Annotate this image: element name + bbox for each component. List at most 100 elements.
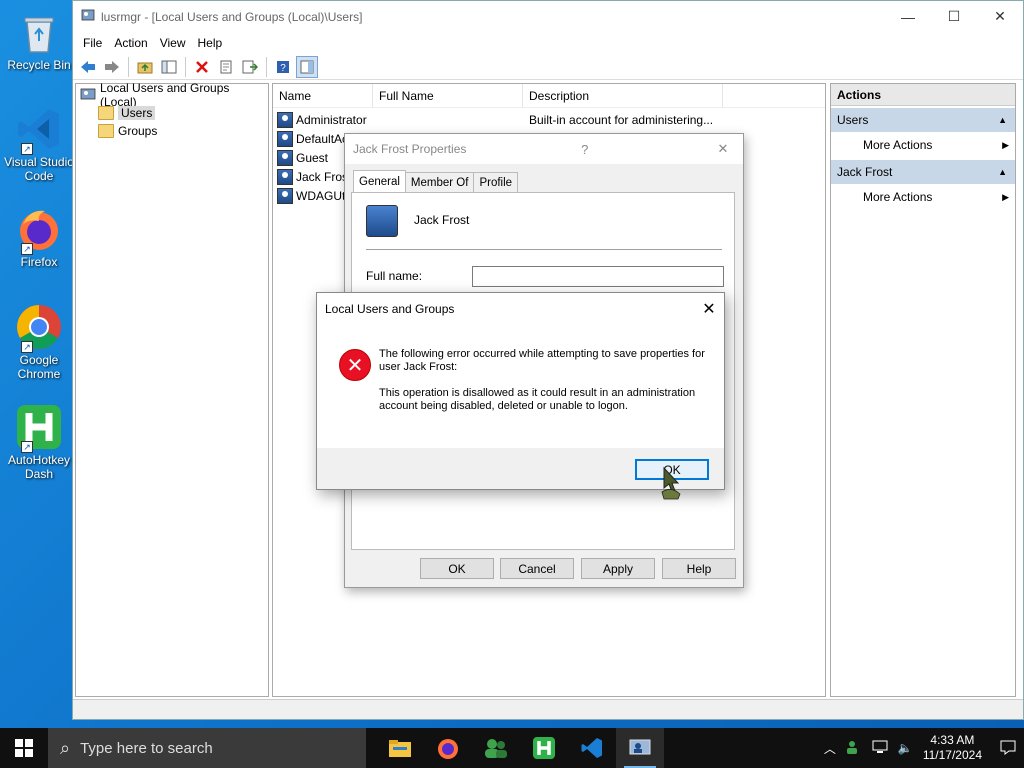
actions-section-jack-frost[interactable]: Jack Frost ▲ — [831, 160, 1015, 184]
user-icon — [277, 130, 293, 147]
ok-button[interactable]: OK — [420, 558, 494, 579]
close-button[interactable]: ✕ — [703, 141, 743, 157]
start-button[interactable] — [0, 728, 48, 768]
chevron-up-icon[interactable]: ︿ — [824, 740, 836, 757]
search-icon: ⌕ — [60, 737, 71, 758]
search-placeholder: Type here to search — [80, 739, 213, 757]
full-name-label: Full name: — [366, 269, 423, 283]
error-icon: ✕ — [339, 349, 371, 381]
svg-text:?: ? — [280, 63, 286, 74]
menu-help[interactable]: Help — [192, 36, 229, 50]
app-icon — [81, 8, 95, 25]
clock[interactable]: 4:33 AM 11/17/2024 — [923, 733, 982, 763]
dialog-title: Jack Frost Properties — [353, 142, 467, 156]
computer-management-icon — [629, 739, 651, 755]
section-title: Users — [837, 113, 869, 127]
vscode-icon: ↗ — [15, 105, 63, 155]
tree-item-groups[interactable]: Groups — [76, 122, 268, 140]
desktop-icon-label: Visual Studio Code — [4, 155, 74, 183]
toolbar: ? — [73, 54, 1023, 80]
delete-icon[interactable] — [191, 56, 213, 78]
vscode-icon — [581, 738, 602, 758]
taskbar-firefox[interactable] — [424, 728, 472, 768]
minimize-button[interactable]: — — [885, 1, 931, 32]
menu-view[interactable]: View — [154, 36, 192, 50]
menu-file[interactable]: File — [77, 36, 108, 50]
desktop-icon-label: Firefox — [20, 255, 58, 269]
taskbar-users-app[interactable] — [472, 728, 520, 768]
help-button[interactable]: ? — [565, 142, 605, 157]
user-description: Built-in account for administering... — [529, 112, 714, 127]
volume-icon[interactable]: 🔈 — [898, 741, 913, 755]
status-bar — [73, 699, 1023, 719]
people-icon[interactable] — [846, 740, 862, 757]
collapse-icon[interactable]: ▲ — [998, 115, 1007, 125]
help-icon[interactable]: ? — [272, 56, 294, 78]
full-name-field[interactable] — [472, 266, 724, 287]
taskbar-vscode[interactable] — [568, 728, 616, 768]
taskbar-autohotkey[interactable] — [520, 728, 568, 768]
taskbar-lusrmgr[interactable] — [616, 728, 664, 768]
network-icon[interactable] — [872, 740, 888, 757]
actions-section-users[interactable]: Users ▲ — [831, 108, 1015, 132]
more-actions-item[interactable]: More Actions ▶ — [831, 132, 1015, 158]
up-folder-icon[interactable] — [134, 56, 156, 78]
console-tree: Local Users and Groups (Local) Users Gro… — [75, 81, 269, 697]
show-action-pane-icon[interactable] — [296, 55, 318, 78]
more-actions-item[interactable]: More Actions ▶ — [831, 184, 1015, 210]
menu-action[interactable]: Action — [108, 36, 153, 50]
forward-arrow-icon[interactable] — [101, 56, 123, 78]
taskbar-apps — [376, 728, 664, 768]
autohotkey-icon: ↗ — [15, 403, 63, 453]
notifications-icon[interactable] — [1000, 739, 1016, 758]
properties-icon[interactable] — [215, 56, 237, 78]
desktop-icon-recycle-bin[interactable]: Recycle Bin — [4, 8, 74, 72]
list-item[interactable]: Administrator Built-in account for admin… — [273, 110, 825, 129]
folder-icon — [98, 124, 114, 138]
window-title: lusrmgr - [Local Users and Groups (Local… — [101, 9, 363, 24]
column-header-full-name[interactable]: Full Name — [373, 84, 523, 107]
apply-button[interactable]: Apply — [581, 558, 655, 579]
taskbar: ⌕ Type here to search ︿ 🔈 4:33 AM 11/17/… — [0, 728, 1024, 768]
user-icon — [277, 187, 293, 204]
user-icon — [277, 149, 293, 166]
help-button[interactable]: Help — [662, 558, 736, 579]
export-list-icon[interactable] — [239, 56, 261, 78]
desktop-icon-firefox[interactable]: ↗ Firefox — [4, 205, 74, 269]
user-icon — [277, 168, 293, 185]
show-hide-tree-icon[interactable] — [158, 56, 180, 78]
tree-item-label: Users — [118, 106, 156, 120]
collapse-icon[interactable]: ▲ — [998, 167, 1007, 177]
tab-profile[interactable]: Profile — [473, 172, 519, 192]
submenu-arrow-icon: ▶ — [1002, 191, 1009, 202]
back-arrow-icon[interactable] — [77, 56, 99, 78]
section-title: Jack Frost — [837, 165, 893, 179]
column-header-name[interactable]: Name — [273, 84, 373, 107]
cancel-button[interactable]: Cancel — [500, 558, 574, 579]
error-line-1: The following error occurred while attem… — [379, 348, 705, 373]
error-dialog: Local Users and Groups ✕ ✕ The following… — [316, 292, 725, 490]
desktop-icon-label: Recycle Bin — [7, 58, 71, 72]
actions-pane: Actions Users ▲ More Actions ▶ Jack Fros… — [830, 83, 1016, 697]
close-button[interactable]: ✕ — [977, 1, 1023, 32]
tree-item-root[interactable]: Local Users and Groups (Local) — [76, 81, 268, 109]
recycle-bin-icon — [15, 8, 63, 56]
autohotkey-icon — [533, 737, 555, 759]
close-icon[interactable]: ✕ — [694, 299, 724, 319]
user-name: Guest — [296, 150, 329, 165]
divider — [366, 249, 722, 250]
desktop-icon-vscode[interactable]: ↗ Visual Studio Code — [4, 105, 74, 183]
taskbar-file-explorer[interactable] — [376, 728, 424, 768]
maximize-button[interactable]: ☐ — [931, 1, 977, 32]
desktop-icon-chrome[interactable]: ↗ Google Chrome — [4, 303, 74, 381]
user-icon — [366, 205, 398, 237]
tab-member-of[interactable]: Member Of — [404, 172, 475, 192]
windows-logo-icon — [15, 739, 33, 757]
firefox-icon: ↗ — [15, 205, 63, 255]
folder-icon — [98, 106, 114, 120]
taskbar-search[interactable]: ⌕ Type here to search — [48, 728, 366, 768]
clock-date: 11/17/2024 — [922, 748, 982, 762]
tab-general[interactable]: General — [353, 170, 406, 192]
column-header-description[interactable]: Description — [523, 84, 723, 107]
desktop-icon-autohotkey[interactable]: ↗ AutoHotkey Dash — [4, 403, 74, 481]
